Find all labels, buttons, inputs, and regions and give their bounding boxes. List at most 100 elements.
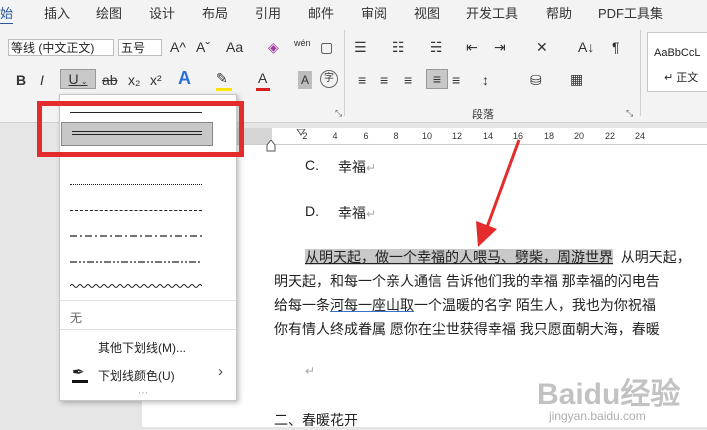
subscript-button[interactable]: x₂ [128, 71, 140, 89]
para-line-4: 你有情人终成眷属 愿你在尘世获得幸福 我只愿面朝大海，春暖 [274, 321, 660, 337]
line-spacing-icon[interactable]: ↕ [482, 71, 489, 89]
more-underlines-item[interactable]: 其他下划线(M)... [98, 339, 186, 356]
paragraph-mark: ↵ [366, 161, 377, 175]
clear-format-icon[interactable]: ◈ [268, 38, 279, 56]
wave-sample [69, 284, 203, 288]
tab-help[interactable]: 帮助 [546, 3, 572, 22]
hanging-indent-icon[interactable] [266, 139, 276, 152]
phonetic-guide-button[interactable]: wén [294, 34, 311, 52]
shading-icon[interactable]: ⛁ [530, 71, 542, 89]
align-left-icon[interactable]: ≡ [358, 71, 366, 89]
resize-grip-icon[interactable]: ⋯ [138, 388, 148, 399]
tab-home[interactable]: 始 [0, 3, 14, 25]
underline-dash-dot-option[interactable] [70, 229, 202, 243]
strikethrough-button[interactable]: ab [102, 71, 118, 89]
justify-icon[interactable]: ≡ [426, 69, 448, 89]
underline-dash-dot-dot-option[interactable] [70, 255, 202, 269]
group-separator [344, 30, 345, 116]
option-c-word: 幸福 [338, 159, 366, 175]
option-c-text: 幸福↵ [338, 157, 376, 177]
para-line-3: 给每一条河每一座山取一个温暖的名字 陌生人，我也为你祝福 [274, 295, 656, 315]
ruler-tick: 4 [332, 131, 338, 141]
option-d-word: 幸福 [338, 205, 366, 221]
underline-dashed-option[interactable] [70, 203, 202, 217]
superscript-button[interactable]: x² [150, 71, 162, 89]
enclose-char-button[interactable]: 字 [320, 70, 338, 88]
ruler-tick: 6 [363, 131, 369, 141]
ruler-tick: 20 [573, 131, 584, 141]
ruler-tick: 12 [451, 131, 462, 141]
ruler-tick: 18 [543, 131, 554, 141]
red-arrow-annotation [476, 139, 521, 247]
show-marks-button[interactable]: ¶ [612, 38, 620, 56]
tab-insert[interactable]: 插入 [44, 3, 70, 22]
text-effect-button[interactable]: A [178, 69, 191, 87]
option-c-letter: C. [305, 157, 319, 173]
chinese-layout-icon[interactable]: ✕ [536, 38, 548, 56]
bold-button[interactable]: B [16, 71, 26, 89]
line-3-end: 一个温暖的名字 陌生人，我也为你祝福 [414, 297, 656, 313]
tab-pdf-tools[interactable]: PDF工具集 [598, 3, 663, 22]
change-case-button[interactable]: Aa [226, 38, 243, 56]
style-name-label: ↵ 正文 [664, 72, 699, 84]
tab-references[interactable]: 引用 [255, 3, 281, 22]
numbering-icon[interactable]: ☷ [392, 38, 405, 56]
underline-color-icon: ✒ [72, 364, 85, 381]
font-size-select[interactable]: 五号 [118, 39, 162, 56]
underline-button[interactable]: U ⌄ [60, 69, 96, 89]
option-d-letter: D. [305, 203, 319, 219]
underline-wave-option[interactable] [69, 279, 203, 293]
italic-button[interactable]: I [40, 71, 44, 89]
align-right-icon[interactable]: ≡ [404, 71, 412, 89]
tab-review[interactable]: 审阅 [361, 3, 387, 22]
tab-view[interactable]: 视图 [414, 3, 440, 22]
increase-indent-icon[interactable]: ⇥ [494, 38, 506, 56]
bullets-icon[interactable]: ☰ [354, 38, 367, 56]
decrease-indent-icon[interactable]: ⇤ [466, 38, 478, 56]
hanging-indent-shape [266, 139, 276, 152]
borders-icon[interactable]: ▦ [570, 70, 583, 88]
dashed-line-sample [70, 210, 202, 211]
sort-button[interactable]: A↓ [578, 38, 594, 56]
tab-layout[interactable]: 布局 [202, 3, 228, 22]
tab-draw[interactable]: 绘图 [96, 3, 122, 22]
option-d-text: 幸福↵ [338, 203, 376, 223]
paragraph-mark: ↵ [366, 207, 377, 221]
underline-dotted-option[interactable] [70, 177, 202, 191]
style-preview-text: AaBbCcL [654, 47, 701, 59]
underlined-text: 河每一座山取 [330, 297, 414, 313]
underline-none-option[interactable]: 无 [70, 309, 82, 326]
selected-text[interactable]: 从明天起，做一个幸福的人喂马、劈柴，周游世界 [305, 249, 613, 265]
tab-developer[interactable]: 开发工具 [466, 3, 518, 22]
highlight-color-bar [216, 88, 232, 91]
font-color-bar [256, 88, 270, 91]
font-color-button[interactable]: A [258, 69, 267, 87]
para-line-2: 明天起，和每一个亲人通信 告诉他们我的幸福 那幸福的闪电告 [274, 273, 660, 289]
char-border-icon[interactable]: ▢ [320, 38, 333, 56]
distributed-icon[interactable]: ≡ [452, 71, 460, 89]
red-highlight-box [37, 101, 244, 157]
menu-separator [60, 329, 236, 330]
font-dialog-launcher-icon[interactable]: ⤡ [335, 108, 342, 119]
shrink-font-button[interactable]: Aˇ [196, 38, 210, 56]
multilevel-list-icon[interactable]: ☵ [430, 38, 443, 56]
paragraph-dialog-launcher-icon[interactable]: ⤡ [626, 108, 633, 119]
tab-mailings[interactable]: 邮件 [308, 3, 334, 22]
ribbon-tabs: 始 插入 绘图 设计 布局 引用 邮件 审阅 视图 开发工具 帮助 PDF工具集 [0, 0, 707, 25]
ruler-tick: 10 [421, 131, 432, 141]
tab-design[interactable]: 设计 [149, 3, 175, 22]
ruler-tick: 2 [302, 131, 308, 141]
character-shading-button[interactable]: A [298, 71, 312, 89]
underline-label: U [68, 71, 79, 87]
line-1-rest: 从明天起， [620, 249, 691, 265]
underline-color-item[interactable]: 下划线颜色(U) [98, 367, 175, 384]
watermark-url: jingyan.baidu.com [549, 409, 646, 423]
grow-font-button[interactable]: A^ [170, 38, 186, 56]
ruler-tick: 24 [634, 131, 645, 141]
align-center-icon[interactable]: ≡ [380, 71, 388, 89]
style-normal-tile[interactable]: AaBbCcL ↵ 正文 [647, 32, 707, 92]
highlighter-icon[interactable]: ✎ [216, 69, 228, 87]
paragraph-group-label: 段落 [472, 109, 494, 121]
font-name-select[interactable]: 等线 (中文正文) [8, 39, 114, 56]
line-3-start: 给每一条 [274, 297, 330, 313]
